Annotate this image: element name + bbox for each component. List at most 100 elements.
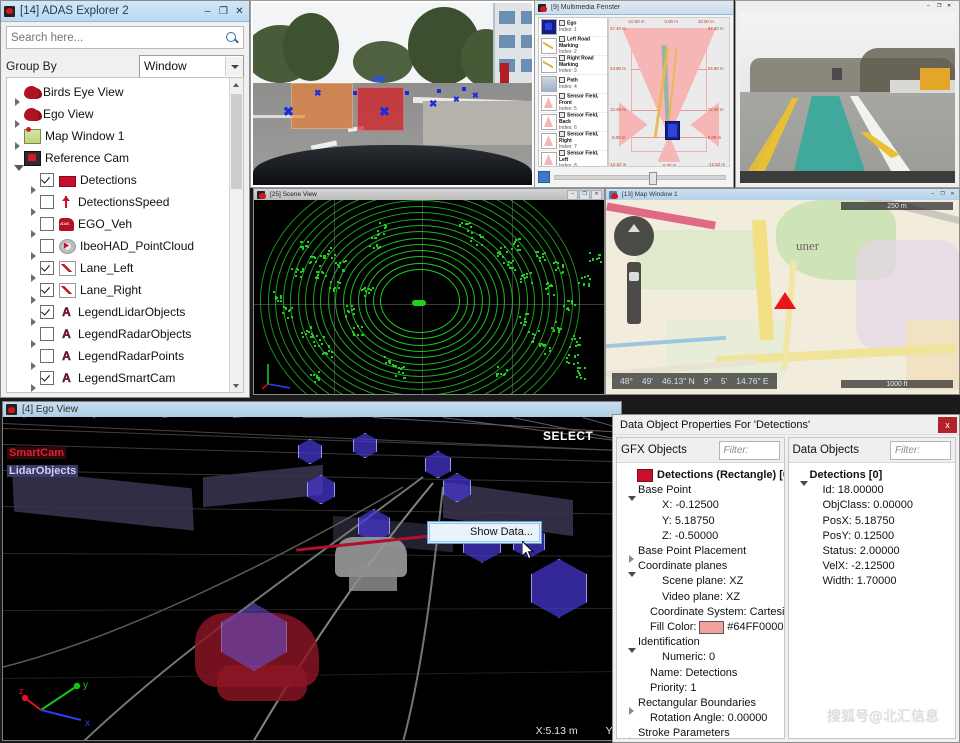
search-input[interactable] — [7, 31, 224, 45]
sidebar-item-map-window-1[interactable]: Map Window 1 — [7, 125, 230, 147]
gfx-property-row[interactable]: Base Point Placement — [623, 544, 784, 559]
gfx-property-row[interactable]: Video plane: XZ — [623, 590, 784, 605]
sidebar-item-legendradarpoints[interactable]: A LegendRadarPoints — [7, 345, 230, 367]
gfx-root-row[interactable]: Detections (Rectangle) [0] — [623, 468, 784, 483]
close-button[interactable]: ✕ — [232, 5, 247, 18]
reference-cam-video[interactable]: ✖ ✖ ✖ ✖ ✖ ✖ — [253, 3, 532, 185]
gfx-property-row[interactable]: Stroke Parameters — [623, 726, 784, 738]
legend-checkbox[interactable] — [559, 20, 565, 26]
sidebar-item-detections[interactable]: Detections — [7, 169, 230, 191]
legend-item[interactable]: Path Index: 4 — [539, 75, 607, 94]
scene-minimize-button[interactable]: – — [567, 190, 578, 200]
sidebar-item-lane-right[interactable]: Lane_Right — [7, 279, 230, 301]
gfx-property-row[interactable]: Base Point — [623, 483, 784, 498]
sidebar-item-birds-eye-view[interactable]: Birds Eye View — [7, 81, 230, 103]
minimize-button[interactable]: – — [200, 5, 215, 18]
gfx-property-row[interactable]: Coordinate planes — [623, 559, 784, 574]
gfx-property-row[interactable]: X: -0.12500 — [623, 498, 784, 513]
gfx-property-row[interactable]: Y: 5.18750 — [623, 514, 784, 529]
lidar-point-cloud[interactable] — [254, 200, 604, 394]
data-root-row[interactable]: Detections [0] — [795, 468, 956, 483]
gfx-property-row[interactable]: Numeric: 0 — [623, 650, 784, 665]
sidebar-item-legendlidarobjects[interactable]: A LegendLidarObjects — [7, 301, 230, 323]
legend-item[interactable]: Sensor Field, Left Index: 8 — [539, 151, 607, 167]
gfx-property-row[interactable]: Rotation Angle: 0.00000 — [623, 711, 784, 726]
data-property-row[interactable]: PosX: 5.18750 — [795, 514, 956, 529]
gfx-property-row[interactable]: Identification — [623, 635, 784, 650]
slider-track[interactable] — [554, 175, 726, 180]
visibility-checkbox[interactable] — [40, 173, 54, 187]
restore-button[interactable]: ❐ — [216, 5, 231, 18]
legend-checkbox[interactable] — [559, 112, 565, 118]
birds-eye-plot[interactable]: -10.00 m 0.00 m 10.00 m 37.40 m 24.90 m … — [608, 17, 730, 167]
front-cam-video[interactable] — [740, 12, 955, 183]
scroll-thumb[interactable] — [231, 94, 242, 189]
sidebar-item-ibeohad-pointcloud[interactable]: IbeoHAD_PointCloud — [7, 235, 230, 257]
data-property-row[interactable]: PosY: 0.12500 — [795, 529, 956, 544]
data-property-list[interactable]: Detections [0] Id: 18.00000 ObjClass: 0.00… — [789, 463, 956, 738]
slider-thumb[interactable] — [649, 172, 657, 185]
sidebar-item-reference-cam[interactable]: Reference Cam — [7, 147, 230, 169]
legend-checkbox[interactable] — [559, 93, 565, 99]
legend-checkbox[interactable] — [559, 36, 565, 42]
legend-item[interactable]: Sensor Field, Front Index: 5 — [539, 94, 607, 113]
map-close-button[interactable]: ✕ — [948, 191, 957, 199]
gfx-property-row[interactable]: Priority: 1 — [623, 681, 784, 696]
search-icon[interactable] — [224, 30, 240, 46]
legend-item[interactable]: Sensor Field, Back Index: 6 — [539, 113, 607, 132]
tree-scrollbar[interactable] — [229, 78, 243, 392]
scene-restore-button[interactable]: ❐ — [579, 190, 590, 200]
sidebar-item-detectionsspeed[interactable]: DetectionsSpeed — [7, 191, 230, 213]
menu-item-show-data[interactable]: Show Data... — [429, 523, 540, 542]
gfx-filter-input[interactable]: Filter: — [719, 441, 780, 460]
legend-item[interactable]: Sensor Field, Right Index: 7 — [539, 132, 607, 151]
legend-checkbox[interactable] — [559, 55, 565, 61]
data-property-row[interactable]: Id: 18.00000 — [795, 483, 956, 498]
legend-checkbox[interactable] — [559, 77, 565, 83]
visibility-checkbox[interactable] — [40, 195, 54, 209]
scroll-down-icon[interactable] — [230, 379, 243, 392]
fcam-minimize-button[interactable]: – — [927, 3, 936, 11]
gfx-property-row[interactable]: Scene plane: XZ — [623, 574, 784, 589]
scene-close-button[interactable]: ✕ — [591, 190, 602, 200]
map-pan-control[interactable] — [614, 216, 654, 256]
chevron-down-icon[interactable] — [225, 57, 243, 76]
gfx-property-row[interactable]: Rectangular Boundaries — [623, 696, 784, 711]
scroll-up-icon[interactable] — [230, 78, 243, 91]
visibility-checkbox[interactable] — [40, 371, 54, 385]
legend-item[interactable]: Ego Index: 1 — [539, 18, 607, 37]
map-minimize-button[interactable]: – — [928, 191, 937, 199]
visibility-checkbox[interactable] — [40, 217, 54, 231]
close-icon[interactable]: x — [938, 417, 957, 433]
sidebar-item-legendsmartcam[interactable]: A LegendSmartCam — [7, 367, 230, 389]
data-property-row[interactable]: VelX: -2.12500 — [795, 559, 956, 574]
sidebar-item-ego-view[interactable]: Ego View — [7, 103, 230, 125]
legend-checkbox[interactable] — [559, 131, 565, 137]
data-property-row[interactable]: Status: 2.00000 — [795, 544, 956, 559]
fcam-close-button[interactable]: ✕ — [947, 3, 956, 11]
data-filter-input[interactable]: Filter: — [890, 441, 951, 460]
map-restore-button[interactable]: ❐ — [938, 191, 947, 199]
legend-item[interactable]: Right Road Marking Index: 3 — [539, 56, 607, 75]
map-canvas[interactable]: uner 250 m 1000 ft 48° 49' 46.13" N 9° 5… — [606, 200, 959, 394]
legend-item[interactable]: Left Road Marking Index: 2 — [539, 37, 607, 56]
visibility-checkbox[interactable] — [40, 327, 54, 341]
gfx-property-row[interactable]: Coordinate System: Cartesi — [623, 605, 784, 620]
slider-play-icon[interactable] — [538, 171, 550, 183]
map-zoom-slider[interactable] — [627, 262, 641, 324]
sidebar-item-legendradarobjects[interactable]: A LegendRadarObjects — [7, 323, 230, 345]
visibility-checkbox[interactable] — [40, 261, 54, 275]
gfx-property-row[interactable]: Z: -0.50000 — [623, 529, 784, 544]
gfx-property-row[interactable]: Name: Detections — [623, 666, 784, 681]
data-property-row[interactable]: Width: 1.70000 — [795, 574, 956, 589]
sidebar-item-lidar-fov[interactable]: Lidar_FOV — [7, 389, 230, 392]
ego-3d-viewport[interactable]: SmartCam LidarObjects Show Data... SELEC… — [3, 417, 621, 740]
visibility-checkbox[interactable] — [40, 349, 54, 363]
multimedia-legend-list[interactable]: Ego Index: 1 Left Road Marking Index: 2 Righ… — [538, 17, 608, 167]
visibility-checkbox[interactable] — [40, 283, 54, 297]
visibility-checkbox[interactable] — [40, 305, 54, 319]
legend-checkbox[interactable] — [559, 150, 565, 156]
sidebar-item-ego-veh[interactable]: EGO_Veh — [7, 213, 230, 235]
sidebar-item-lane-left[interactable]: Lane_Left — [7, 257, 230, 279]
fcam-restore-button[interactable]: ❐ — [937, 3, 946, 11]
